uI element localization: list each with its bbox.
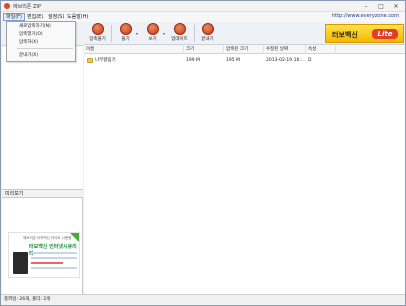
file-list[interactable]: 이름 크기 압축된 크기 수정된 날짜 속성 나무향림기 199 M 195 M… bbox=[84, 45, 405, 294]
turbovaccine-banner[interactable]: 터보백신 Lite bbox=[325, 24, 404, 43]
menu-separator bbox=[17, 48, 73, 49]
menu-edit[interactable]: 편집(E) bbox=[25, 13, 45, 21]
column-name[interactable]: 이름 bbox=[84, 45, 184, 54]
toolbar: 압축풀기 풀기 ▾ 보기 ▾ 업데이트 끝내기 터보백신 Lite bbox=[84, 22, 405, 45]
menu-item-new-archive[interactable]: 새로압축하기(N) bbox=[8, 23, 75, 30]
menu-item-open-archive[interactable]: 압축열기(O) bbox=[8, 31, 75, 38]
menu-help[interactable]: 도움말(H) bbox=[65, 13, 90, 21]
exit-button[interactable]: 끝내기 bbox=[196, 23, 219, 44]
column-size[interactable]: 크기 bbox=[184, 45, 224, 54]
folder-tree[interactable] bbox=[2, 45, 83, 190]
column-modified[interactable]: 수정된 날짜 bbox=[264, 45, 306, 54]
file-size: 199 M bbox=[186, 58, 200, 63]
menu-item-extract[interactable]: 압축하(X) bbox=[8, 39, 75, 46]
ad-feature-line bbox=[31, 252, 77, 254]
maximize-button[interactable]: □ bbox=[374, 2, 388, 10]
extract-label: 압축풀기 bbox=[89, 37, 106, 42]
window-title: 에브리존 ZIP bbox=[13, 4, 41, 10]
left-panel: 미리보기 에브리존 터보백신 라이트 사용중 터보백신 인터넷시큐리티 bbox=[2, 22, 83, 294]
device-image-icon bbox=[13, 252, 28, 274]
file-attributes: D bbox=[308, 58, 312, 63]
title-bar: 에브리존 ZIP – □ ✕ bbox=[1, 1, 405, 12]
menu-item-exit[interactable]: 끝내기(X) bbox=[8, 52, 75, 59]
file-menu-dropdown: 새로압축하기(N) 압축열기(O) 압축하(X) 끝내기(X) bbox=[6, 21, 76, 62]
exit-label: 끝내기 bbox=[201, 37, 214, 42]
app-logo-icon bbox=[4, 3, 10, 9]
toolbar-separator bbox=[194, 25, 195, 42]
unzip-button[interactable]: 풀기 bbox=[114, 23, 137, 44]
column-packed-size[interactable]: 압축된 크기 bbox=[224, 45, 264, 54]
minimize-button[interactable]: – bbox=[359, 2, 373, 10]
toolbar-separator bbox=[111, 25, 112, 42]
extract-icon bbox=[91, 23, 104, 35]
column-attributes[interactable]: 속성 bbox=[306, 45, 336, 54]
status-bar: 총파일: 26개, 폴더: 2개 bbox=[1, 294, 405, 305]
ad-feature-list bbox=[31, 252, 77, 272]
update-label: 업데이트 bbox=[171, 37, 188, 42]
preview-panel-title: 미리보기 bbox=[2, 189, 83, 198]
file-name: 나무향림기 bbox=[95, 58, 116, 63]
update-button[interactable]: 업데이트 bbox=[168, 23, 191, 44]
view-button[interactable]: 보기 bbox=[141, 23, 164, 44]
file-modified: 2013-02-19 16:... bbox=[266, 58, 306, 63]
file-list-header: 이름 크기 압축된 크기 수정된 날짜 속성 bbox=[84, 45, 405, 54]
extract-button[interactable]: 압축풀기 bbox=[86, 23, 109, 44]
app-window: 에브리존 ZIP – □ ✕ 파일(F) 편집(E) 설정(S) 도움말(H) … bbox=[0, 0, 406, 306]
file-packed-size: 195 M bbox=[226, 58, 240, 63]
banner-text: 터보백신 bbox=[332, 31, 358, 39]
menu-settings[interactable]: 설정(S) bbox=[46, 13, 66, 21]
unzip-dropdown-arrow[interactable]: ▾ bbox=[136, 31, 138, 36]
view-icon bbox=[146, 23, 159, 35]
update-icon bbox=[173, 23, 186, 35]
advertisement-panel[interactable]: 에브리존 터보백신 라이트 사용중 터보백신 인터넷시큐리티 bbox=[8, 232, 80, 278]
view-dropdown-arrow[interactable]: ▾ bbox=[163, 31, 165, 36]
homepage-link[interactable]: http://www.everyzone.com bbox=[332, 13, 399, 19]
banner-lite-badge: Lite bbox=[372, 29, 398, 39]
table-row[interactable]: 나무향림기 199 M 195 M 2013-02-19 16:... D bbox=[84, 57, 405, 65]
menu-file[interactable]: 파일(F) bbox=[3, 13, 25, 21]
close-button[interactable]: ✕ bbox=[389, 2, 403, 10]
ad-feature-line bbox=[31, 262, 64, 264]
view-label: 보기 bbox=[148, 37, 157, 42]
unzip-label: 풀기 bbox=[121, 37, 130, 42]
ad-feature-line bbox=[31, 257, 77, 259]
ad-feature-line bbox=[31, 267, 77, 269]
window-controls: – □ ✕ bbox=[359, 2, 403, 10]
unzip-icon bbox=[119, 23, 132, 35]
exit-icon bbox=[201, 23, 214, 35]
ad-headline: 에브리존 터보백신 라이트 사용중 bbox=[23, 236, 72, 240]
